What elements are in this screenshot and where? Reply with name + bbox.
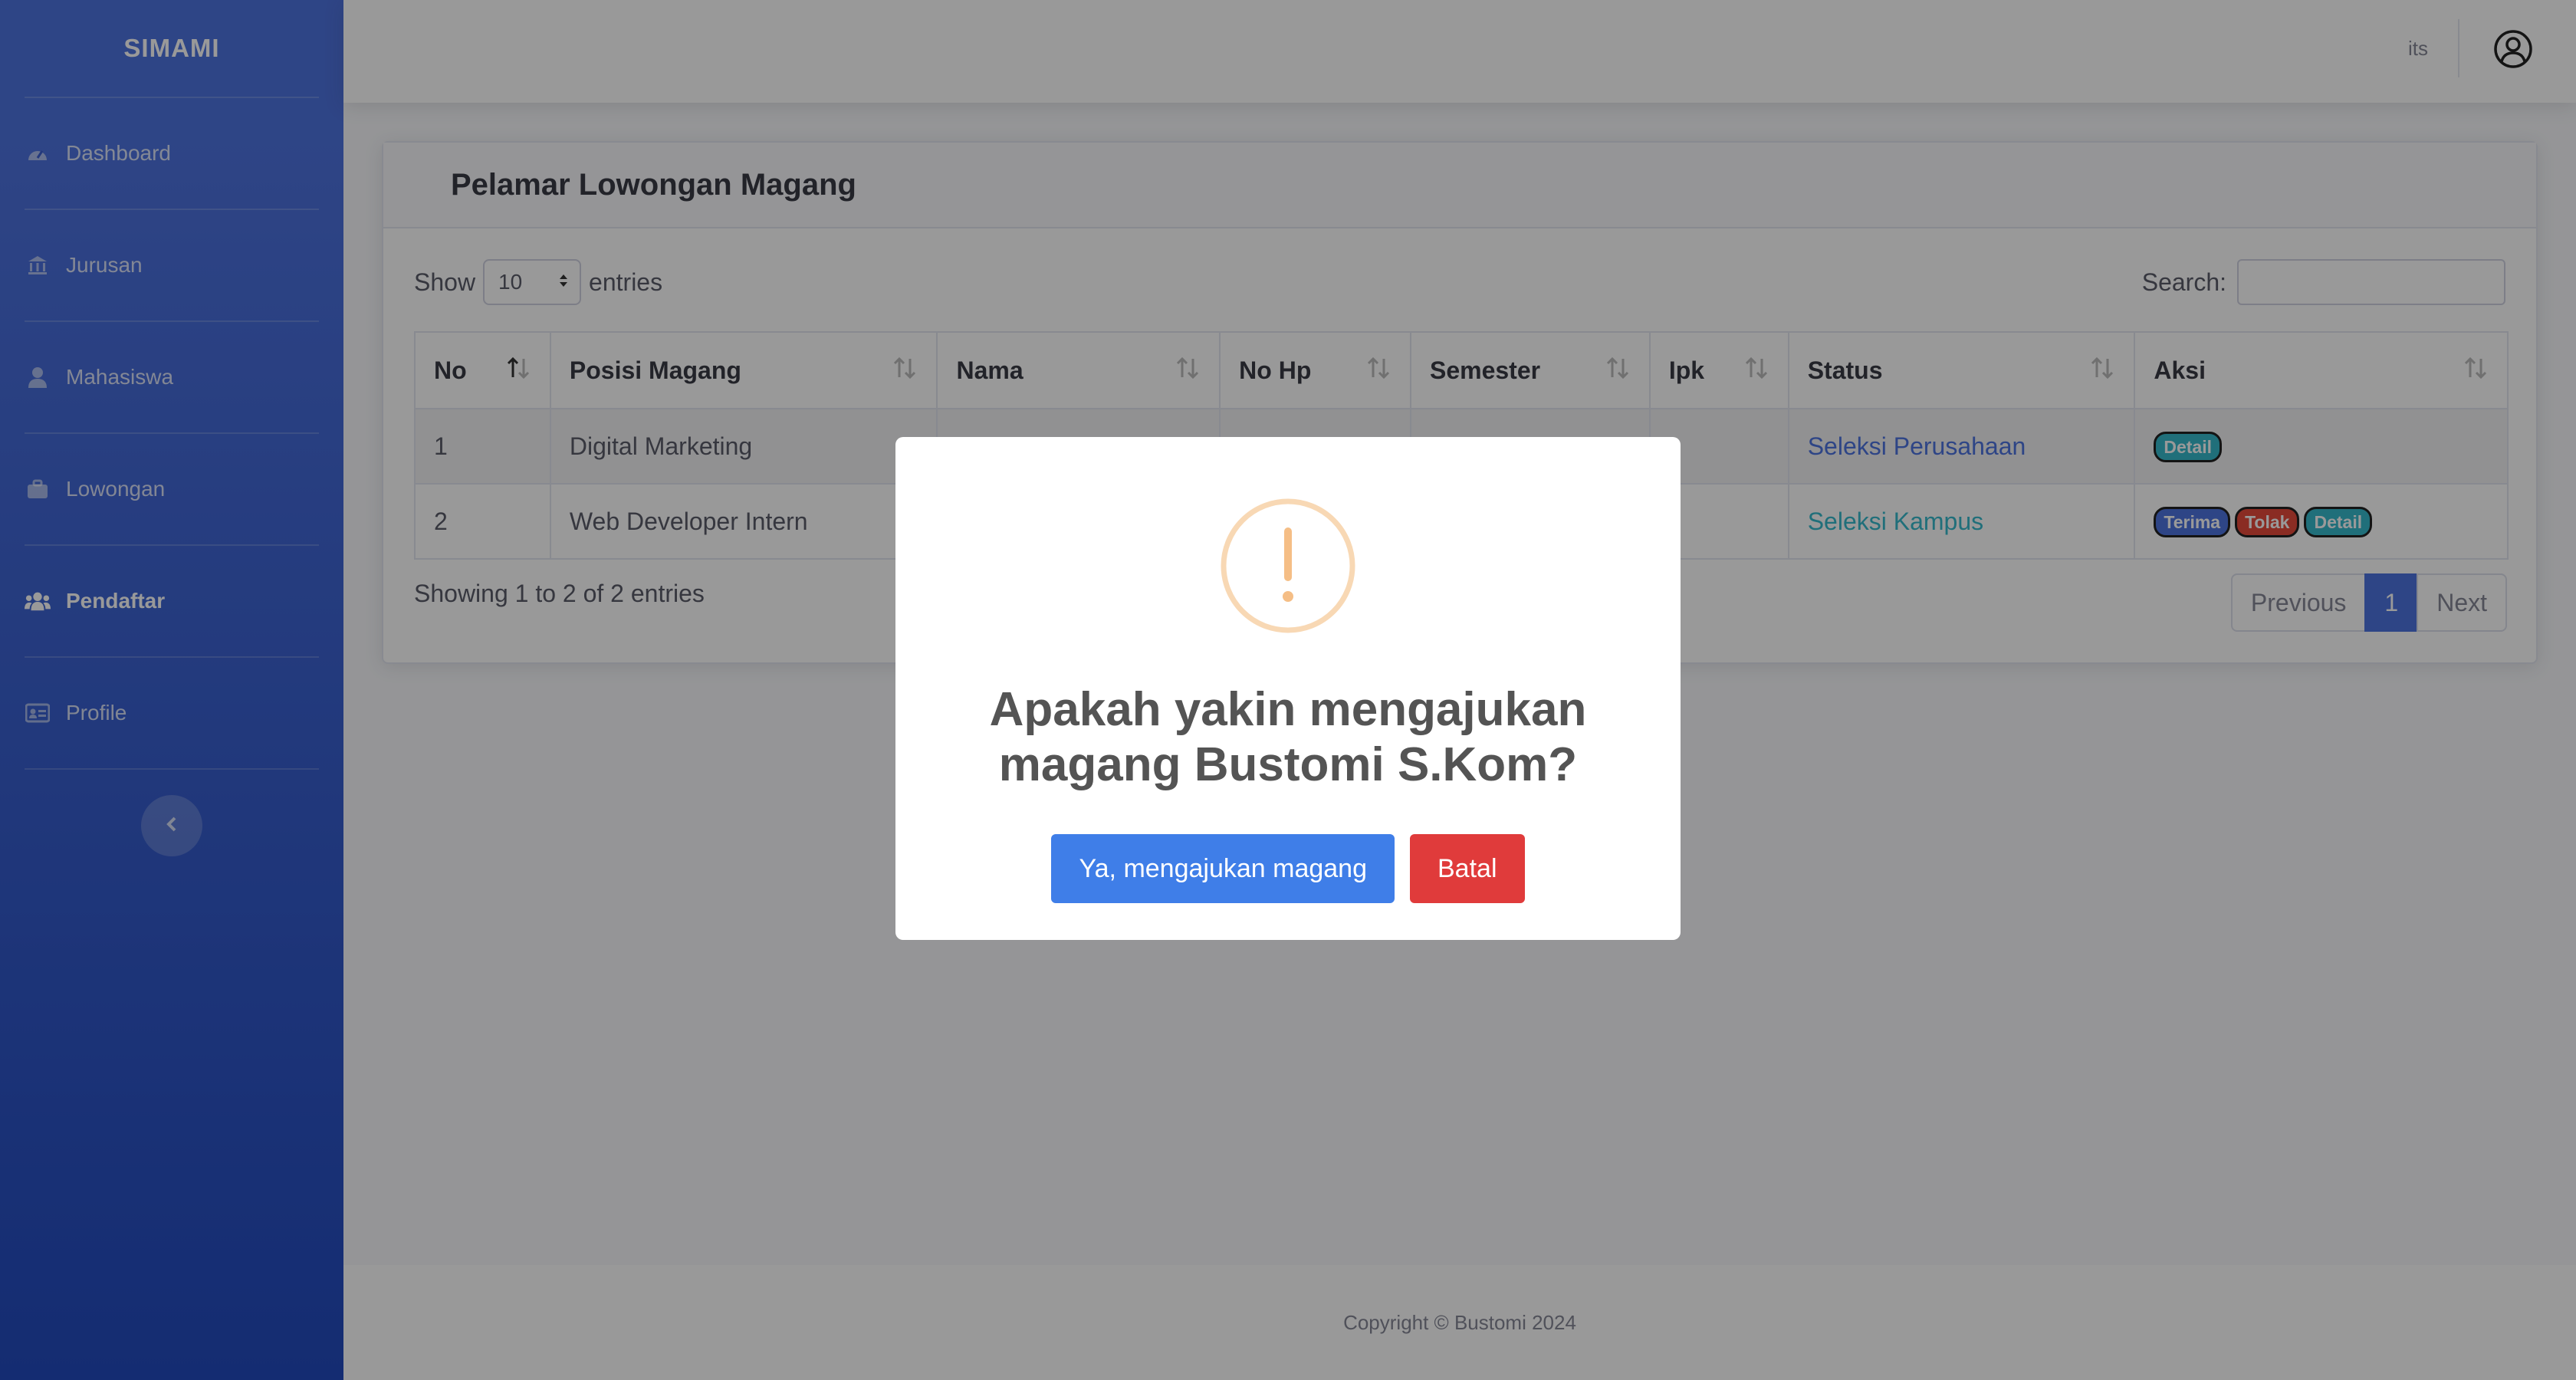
warning-icon bbox=[1221, 498, 1355, 633]
confirm-button[interactable]: Ya, mengajukan magang bbox=[1051, 834, 1395, 903]
cancel-button[interactable]: Batal bbox=[1410, 834, 1525, 903]
confirm-dialog: Apakah yakin mengajukan magang Bustomi S… bbox=[895, 437, 1681, 940]
dialog-title: Apakah yakin mengajukan magang Bustomi S… bbox=[989, 683, 1587, 791]
dialog-actions: Ya, mengajukan magang Batal bbox=[895, 834, 1681, 903]
